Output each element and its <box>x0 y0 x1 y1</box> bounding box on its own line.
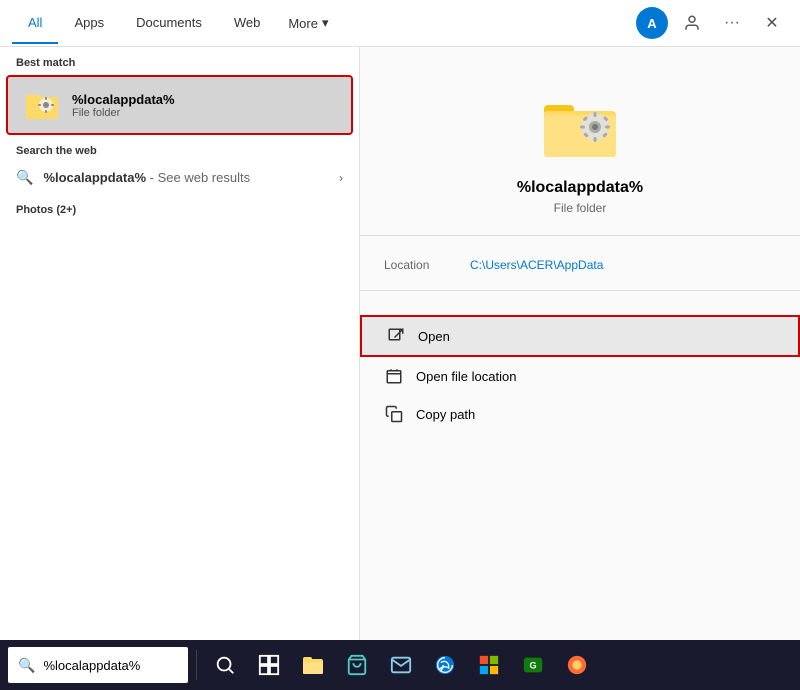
location-label: Location <box>384 258 454 272</box>
result-folder-icon-large <box>540 87 620 167</box>
action-list: Open Open file location <box>360 315 800 433</box>
best-match-label: Best match <box>0 47 359 75</box>
web-section-label: Search the web <box>0 135 359 161</box>
best-match-folder-icon <box>24 87 60 123</box>
taskbar-edge-btn[interactable] <box>425 645 465 685</box>
best-match-text: %localappdata% File folder <box>72 92 175 119</box>
result-meta: Location C:\Users\ACER\AppData <box>360 252 800 278</box>
close-icon[interactable]: ✕ <box>756 7 788 39</box>
tab-more[interactable]: More ▾ <box>276 3 340 43</box>
left-panel: Best match <box>0 47 360 640</box>
file-location-icon <box>384 367 404 385</box>
taskbar-search-input[interactable] <box>43 658 178 673</box>
tab-documents[interactable]: Documents <box>120 3 218 44</box>
result-subtitle: File folder <box>554 201 607 215</box>
location-value[interactable]: C:\Users\ACER\AppData <box>470 258 603 272</box>
taskbar-xbox-btn[interactable]: G <box>513 645 553 685</box>
person-icon[interactable] <box>676 7 708 39</box>
taskbar-search-btn[interactable] <box>205 645 245 685</box>
taskbar-taskview-btn[interactable] <box>249 645 289 685</box>
taskbar-color-btn[interactable] <box>557 645 597 685</box>
divider2 <box>360 290 800 291</box>
taskbar-fileexplorer-btn[interactable] <box>293 645 333 685</box>
tab-web[interactable]: Web <box>218 3 277 44</box>
taskbar-msstore-btn[interactable] <box>469 645 509 685</box>
nav-tabs: All Apps Documents Web More ▾ A ··· ✕ <box>0 0 800 47</box>
chevron-right-icon: › <box>339 171 343 185</box>
nav-right-controls: A ··· ✕ <box>636 7 788 39</box>
search-icon: 🔍 <box>16 169 33 186</box>
copy-icon <box>384 405 404 423</box>
taskbar-search-icon: 🔍 <box>18 657 35 674</box>
svg-text:G: G <box>529 661 536 671</box>
right-panel: %localappdata% File folder Location C:\U… <box>360 47 800 640</box>
taskbar-separator <box>196 650 197 680</box>
divider <box>360 235 800 236</box>
open-icon <box>386 327 406 345</box>
user-avatar[interactable]: A <box>636 7 668 39</box>
more-options-icon[interactable]: ··· <box>716 7 748 39</box>
web-result-item[interactable]: 🔍 %localappdata% - See web results › <box>0 161 359 194</box>
taskbar-store-btn[interactable] <box>337 645 377 685</box>
photos-label: Photos (2+) <box>0 194 359 220</box>
taskbar-search-bar[interactable]: 🔍 <box>8 647 188 683</box>
taskbar: 🔍 <box>0 640 800 690</box>
best-match-item[interactable]: %localappdata% File folder <box>6 75 353 135</box>
search-window: All Apps Documents Web More ▾ A ··· ✕ Be… <box>0 0 800 640</box>
open-action[interactable]: Open <box>360 315 800 357</box>
copy-path-action[interactable]: Copy path <box>360 395 800 433</box>
taskbar-mail-btn[interactable] <box>381 645 421 685</box>
tab-apps[interactable]: Apps <box>58 3 120 44</box>
open-label: Open <box>418 329 450 344</box>
tab-all[interactable]: All <box>12 3 58 44</box>
location-row: Location C:\Users\ACER\AppData <box>384 252 776 278</box>
content-area: Best match <box>0 47 800 640</box>
web-result-text: %localappdata% - See web results <box>43 170 329 185</box>
result-title: %localappdata% <box>517 179 643 197</box>
copy-path-label: Copy path <box>416 407 475 422</box>
open-file-location-action[interactable]: Open file location <box>360 357 800 395</box>
open-file-location-label: Open file location <box>416 369 516 384</box>
